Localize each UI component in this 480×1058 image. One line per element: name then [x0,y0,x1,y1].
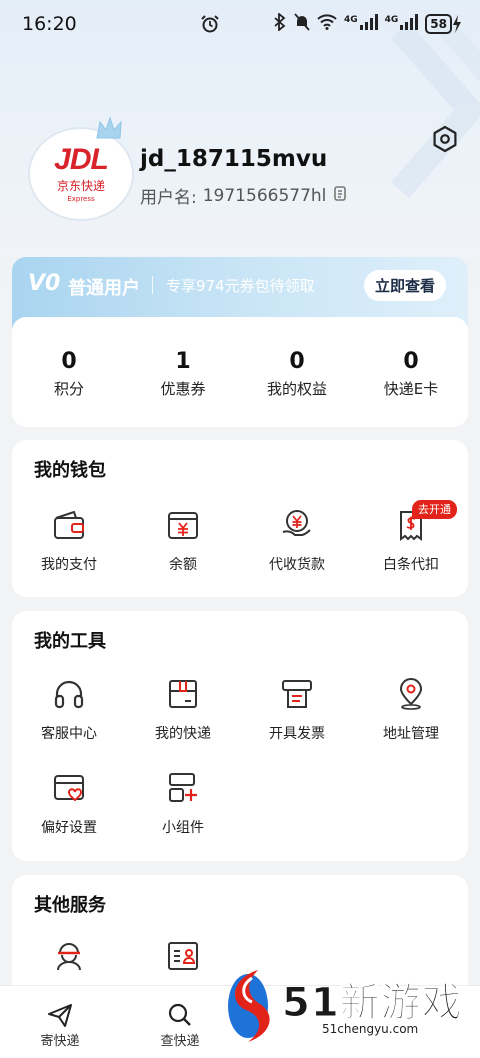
tool-item-label: 开具发票 [269,726,325,742]
wallet-item-cod[interactable]: 代收货款 [240,508,354,588]
copy-icon[interactable] [332,184,348,207]
stat-value: 0 [61,349,77,374]
vip-badge: V0 [28,271,61,296]
tool-item-my-package[interactable]: 我的快递 [126,677,240,757]
stat-label: 积分 [53,380,84,398]
stat-label: 优惠券 [160,380,206,398]
wallet-item-balance[interactable]: 余额 [126,508,240,588]
watermark-logo [228,970,270,1042]
watermark-text: 51新游戏 [282,980,463,1027]
wallet-item-payment[interactable]: 我的支付 [12,508,126,588]
stat-value: 0 [403,349,419,374]
site-watermark: 51新游戏 51chengyu.com [222,960,480,1058]
settings-hex-icon[interactable] [430,124,460,154]
wallet-icon [52,508,86,542]
tool-item-customer-service[interactable]: 客服中心 [12,677,126,757]
signal-2-icon [400,14,419,34]
username: jd_187115mvu [140,146,328,172]
tools-card: 我的工具 客服中心 我的快递 开具发票 地址管理 偏好设置 小组件 [12,611,468,861]
battery-level: 58 [425,14,452,34]
signal-1-icon [359,14,378,34]
tool-item-label: 客服中心 [41,726,97,742]
user-id-label: 用户名: [140,188,197,208]
balance-icon [166,508,200,542]
vip-level: 普通用户 [68,278,140,299]
tool-item-label: 地址管理 [383,726,439,742]
wallet-item-label: 白条代扣 [383,557,439,573]
stat-points[interactable]: 0 积分 [12,317,126,427]
stats-card: 0 积分 1 优惠券 0 我的权益 0 快递E卡 [12,317,468,427]
tab-label: 寄快递 [40,1034,80,1049]
wallet-item-label: 余额 [169,557,197,573]
stat-label: 快递E卡 [383,380,439,398]
tool-item-invoice[interactable]: 开具发票 [240,677,354,757]
wallet-item-label: 我的支付 [41,557,97,573]
crown-icon [94,116,124,146]
tool-item-label: 小组件 [162,820,204,836]
wifi-icon [317,14,337,34]
stat-label: 我的权益 [266,380,327,398]
tool-item-address[interactable]: 地址管理 [354,677,468,757]
battery-indicator: 58 [425,14,462,34]
tab-send-package[interactable]: 寄快递 [0,986,120,1058]
tool-item-preferences[interactable]: 偏好设置 [12,771,126,851]
package-icon [166,677,200,711]
stat-benefits[interactable]: 0 我的权益 [240,317,354,427]
courier-icon [52,939,86,973]
stat-value: 1 [175,349,191,374]
user-id-value: 1971566577hl [202,185,327,206]
avatar-logo-cn: 京东快递 [56,179,105,193]
wallet-item-baitiao[interactable]: 白条代扣 [354,508,468,588]
tool-item-label: 我的快递 [155,726,211,742]
wallet-item-label: 代收货款 [269,557,325,573]
wallet-card: 我的钱包 我的支付 余额 代收货款 白条代扣 去开通 [12,440,468,597]
status-time: 16:20 [22,13,77,35]
invoice-icon [280,677,314,711]
other-title: 其他服务 [34,895,106,916]
status-bar: 16:20 4G 4G 58 [0,0,480,50]
avatar-logo: JDL [54,143,109,176]
activate-badge[interactable]: 去开通 [412,500,457,519]
id-card-icon [166,939,200,973]
vip-view-button[interactable]: 立即查看 [364,270,446,301]
preference-icon [52,771,86,805]
tool-item-label: 偏好设置 [41,820,97,836]
wallet-title: 我的钱包 [34,460,106,481]
widget-icon [166,771,200,805]
signal-2-type: 4G [384,15,399,25]
watermark-url: 51chengyu.com [322,1022,419,1036]
mute-icon [294,13,310,35]
alarm-icon [200,14,220,38]
cod-icon [280,508,314,542]
stat-value: 0 [289,349,305,374]
tool-item-widget[interactable]: 小组件 [126,771,240,851]
charging-icon [453,15,461,33]
search-icon [167,1002,193,1032]
signal-1-type: 4G [343,15,358,25]
user-id-row: 用户名: 1971566577hl [140,183,348,208]
bluetooth-icon [273,12,287,35]
stat-coupons[interactable]: 1 优惠券 [126,317,240,427]
send-icon [47,1002,73,1032]
vip-promo-text: 专享974元券包待领取 [166,277,315,295]
avatar-logo-en: Express [67,195,95,203]
stat-e-card[interactable]: 0 快递E卡 [354,317,468,427]
vip-divider [152,276,153,294]
location-icon [394,677,428,711]
headset-icon [52,677,86,711]
tools-title: 我的工具 [34,631,106,652]
